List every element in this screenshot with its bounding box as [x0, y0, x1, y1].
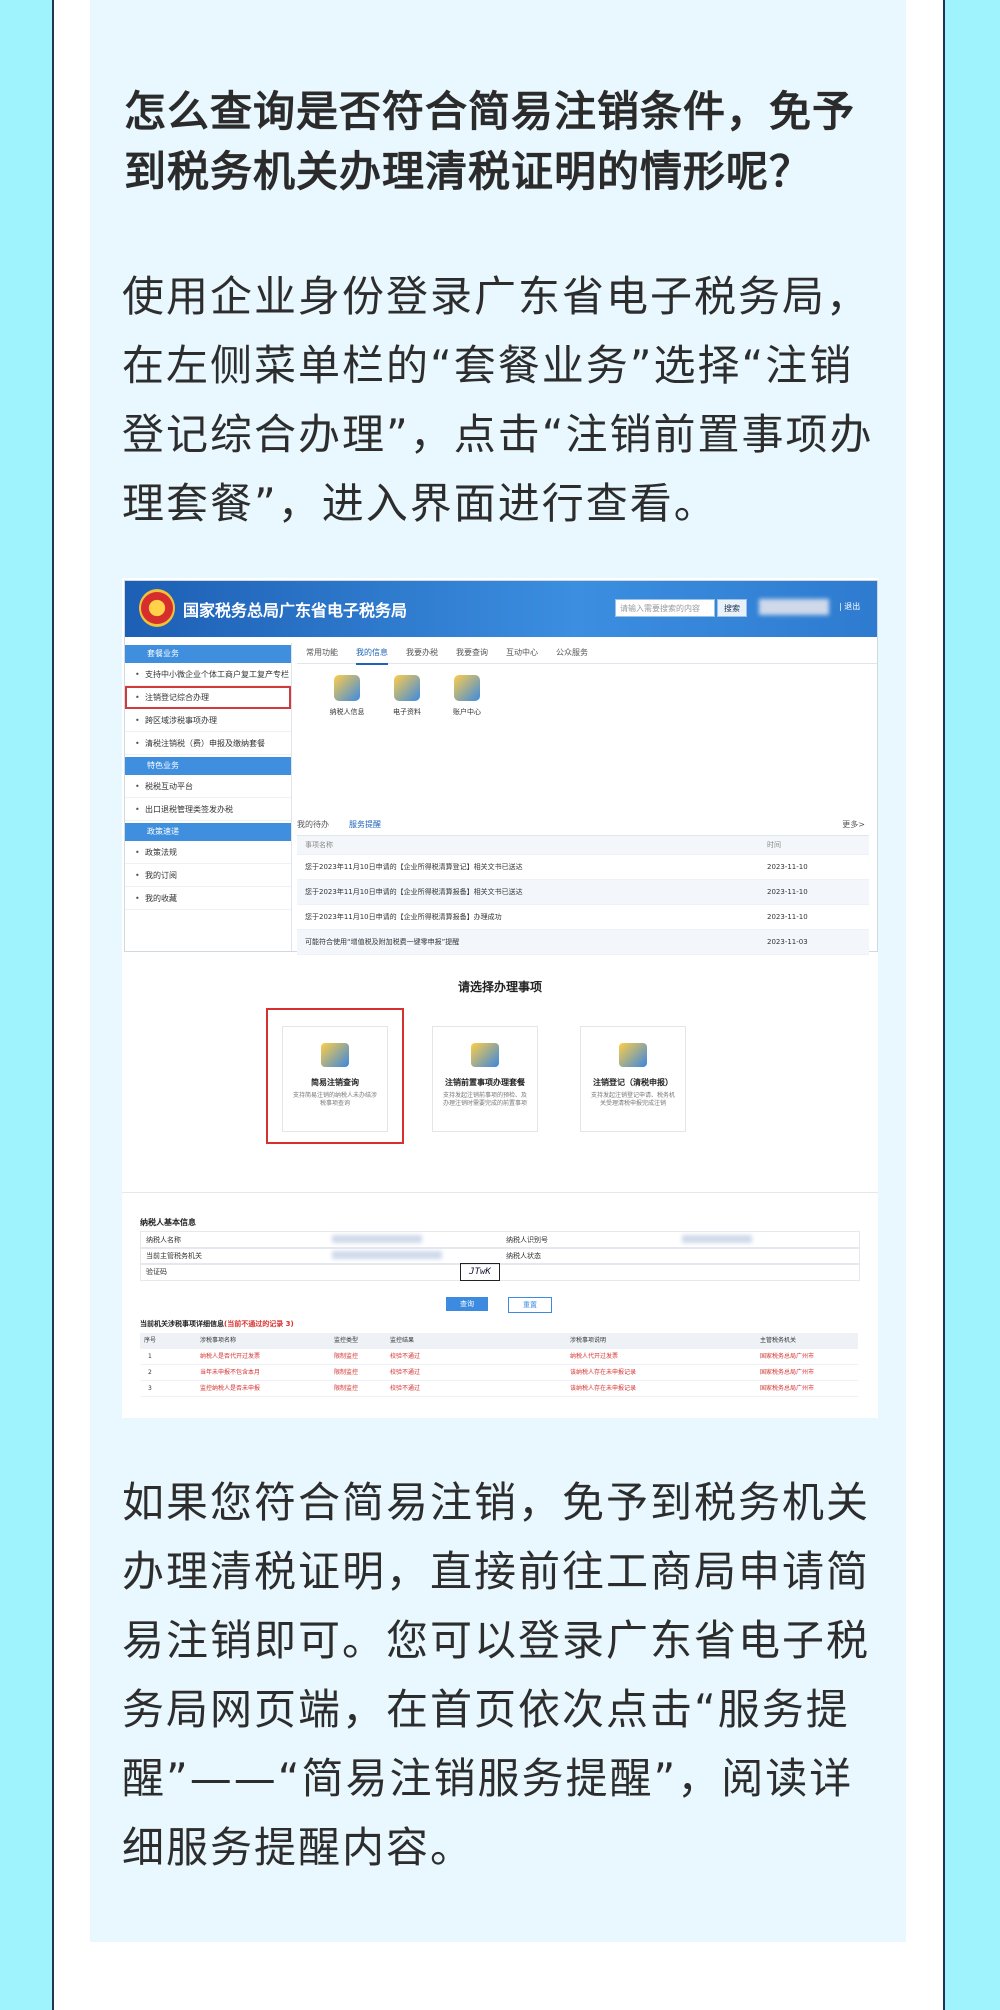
- option-pre-deregistration-package[interactable]: 注销前置事项办理套餐 支持发起注销前事项的预检、及办理注销时需要完成的前置事项: [432, 1026, 538, 1132]
- reset-button[interactable]: 重置: [508, 1297, 552, 1313]
- choose-panel: 请选择办理事项 简易注销查询 支持简易注销的纳税人未办结涉税事项查询 注销前置事…: [124, 956, 876, 1188]
- captcha-image[interactable]: JTwK: [460, 1263, 500, 1281]
- taxpayer-info-icon: [334, 675, 360, 701]
- tab-tax[interactable]: 我要办税: [406, 643, 438, 663]
- task-panel: 我的待办 服务提醒 更多> 事项名称 时间 您于2023年11月10日申请的【企业所…: [297, 815, 869, 955]
- option-deregistration-declaration[interactable]: 注销登记（清税申报） 支持发起注销登记申请、税务机关受理清税申报完成注销: [580, 1026, 686, 1132]
- search-input[interactable]: 请输入需要搜索的内容: [615, 599, 715, 617]
- edit-icon: [619, 1043, 647, 1067]
- menu-item[interactable]: 我的收藏: [125, 887, 291, 910]
- menu-item[interactable]: 出口退税管理类签发办税: [125, 798, 291, 821]
- task-header-row: 事项名称 时间: [297, 836, 869, 855]
- blurred-username: [759, 599, 829, 615]
- label-taxpayer-name: 纳税人名称: [146, 1236, 181, 1244]
- menu-item[interactable]: 清税注销税（费）申报及缴纳套餐: [125, 732, 291, 755]
- label-taxpayer-id: 纳税人识别号: [506, 1236, 548, 1244]
- info-row: [140, 1263, 860, 1281]
- menu-item[interactable]: 支持中小微企业个体工商户复工复产专栏: [125, 663, 291, 686]
- highlight-box: [266, 1008, 404, 1144]
- e-docs-icon: [394, 675, 420, 701]
- tab-public[interactable]: 公众服务: [556, 643, 588, 663]
- menu-item[interactable]: 跨区域涉税事项办理: [125, 709, 291, 732]
- app-e-docs[interactable]: 电子资料: [377, 675, 437, 717]
- query-result-panel: 纳税人基本信息 纳税人名称 纳税人识别号 当前主管税务机关 纳税人状态 验证码 …: [122, 1192, 878, 1418]
- blurred-value: [332, 1251, 442, 1259]
- choose-title: 请选择办理事项: [457, 980, 542, 994]
- menu-item[interactable]: 税税互动平台: [125, 775, 291, 798]
- more-link[interactable]: 更多>: [842, 815, 865, 835]
- blurred-value: [332, 1235, 422, 1243]
- outro-paragraph: 如果您符合简易注销，免予到税务机关办理清税证明，直接前往工商局申请简易注销即可。…: [122, 1478, 871, 1872]
- label-taxpayer-status: 纳税人状态: [506, 1252, 541, 1260]
- portal-home: 国家税务总局广东省电子税务局 请输入需要搜索的内容 搜索 | 退出 套餐业务 支…: [124, 580, 878, 955]
- result-heading: 当前机关涉税事项详细信息(当前不通过的记录 3): [140, 1320, 294, 1328]
- main-tabs: 常用功能 我的信息 我要办税 我要查询 互动中心 公众服务: [297, 643, 877, 665]
- tab-query[interactable]: 我要查询: [456, 643, 488, 663]
- task-tabs: 我的待办 服务提醒 更多>: [297, 815, 869, 836]
- label-captcha: 验证码: [146, 1268, 167, 1276]
- menu-group-special[interactable]: 特色业务: [125, 757, 291, 775]
- tax-bureau-screenshot: 国家税务总局广东省电子税务局 请输入需要搜索的内容 搜索 | 退出 套餐业务 支…: [122, 578, 878, 1418]
- menu-item-deregistration[interactable]: 注销登记综合办理: [125, 686, 291, 709]
- search-button[interactable]: 搜索: [717, 599, 747, 617]
- menu-item[interactable]: 我的订阅: [125, 864, 291, 887]
- menu-item[interactable]: 政策法规: [125, 841, 291, 864]
- tab-common[interactable]: 常用功能: [306, 643, 338, 663]
- blurred-value: [682, 1235, 752, 1243]
- intro-paragraph: 使用企业身份登录广东省电子税务局，在左侧菜单栏的“套餐业务”选择“注销登记综合办…: [122, 272, 874, 528]
- logout-link[interactable]: | 退出: [839, 601, 860, 612]
- portal-main: 常用功能 我的信息 我要办税 我要查询 互动中心 公众服务 纳税人信息 电子资料 账户中心…: [297, 643, 877, 955]
- portal-header: 国家税务总局广东省电子税务局 请输入需要搜索的内容 搜索 | 退出: [125, 581, 877, 637]
- tab-my-info[interactable]: 我的信息: [356, 643, 388, 665]
- query-button[interactable]: 查询: [446, 1297, 488, 1311]
- table-row: 1 纳税人是否代开过发票 限制监控 校验不通过 纳税人代开过发票 国家税务总局广州市: [140, 1349, 858, 1365]
- app-taxpayer-info[interactable]: 纳税人信息: [317, 675, 377, 717]
- fail-count: (当前不通过的记录 3): [224, 1320, 294, 1328]
- tab-todo[interactable]: 我的待办: [297, 820, 329, 829]
- table-row: 3 监控纳税人是否未申报 限制监控 校验不通过 该纳税人存在未申报记录 国家税务总局广州市: [140, 1381, 858, 1397]
- table-header: 序号 涉税事项名称 监控类型 监控结果 涉税事项说明 主管税务机关: [140, 1333, 858, 1349]
- national-emblem-icon: [139, 589, 175, 627]
- menu-group-package[interactable]: 套餐业务: [125, 645, 291, 663]
- tab-service-reminder[interactable]: 服务提醒: [349, 820, 381, 829]
- table-row: 2 当年未申报不包含本月 限制监控 校验不通过 该纳税人存在未申报记录 国家税务总局广州市: [140, 1365, 858, 1381]
- package-icon: [471, 1043, 499, 1067]
- question-title: 怎么查询是否符合简易注销条件，免予到税务机关办理清税证明的情形呢？: [124, 87, 856, 196]
- account-icon: [454, 675, 480, 701]
- info-heading: 纳税人基本信息: [140, 1218, 196, 1227]
- task-row[interactable]: 您于2023年11月10日申请的【企业所得税清算报备】相关文书已送达 2023-1…: [297, 880, 869, 905]
- result-table: 序号 涉税事项名称 监控类型 监控结果 涉税事项说明 主管税务机关 1 纳税人是否代开过发票…: [140, 1333, 858, 1397]
- menu-group-policy[interactable]: 政策速递: [125, 823, 291, 841]
- left-menu: 套餐业务 支持中小微企业个体工商户复工复产专栏 注销登记综合办理 跨区域涉税事项…: [125, 643, 292, 951]
- site-title: 国家税务总局广东省电子税务局: [183, 601, 408, 620]
- task-list: 事项名称 时间 您于2023年11月10日申请的【企业所得税清算登记】相关文书已送…: [297, 836, 869, 955]
- task-row[interactable]: 可能符合使用“增值税及附加税费一键零申报”提醒 2023-11-03: [297, 930, 869, 955]
- tab-interact[interactable]: 互动中心: [506, 643, 538, 663]
- app-account[interactable]: 账户中心: [437, 675, 497, 717]
- task-row[interactable]: 您于2023年11月10日申请的【企业所得税清算报备】办理成功 2023-11-1…: [297, 905, 869, 930]
- label-tax-authority: 当前主管税务机关: [146, 1252, 202, 1260]
- task-row[interactable]: 您于2023年11月10日申请的【企业所得税清算登记】相关文书已送达 2023-1…: [297, 855, 869, 880]
